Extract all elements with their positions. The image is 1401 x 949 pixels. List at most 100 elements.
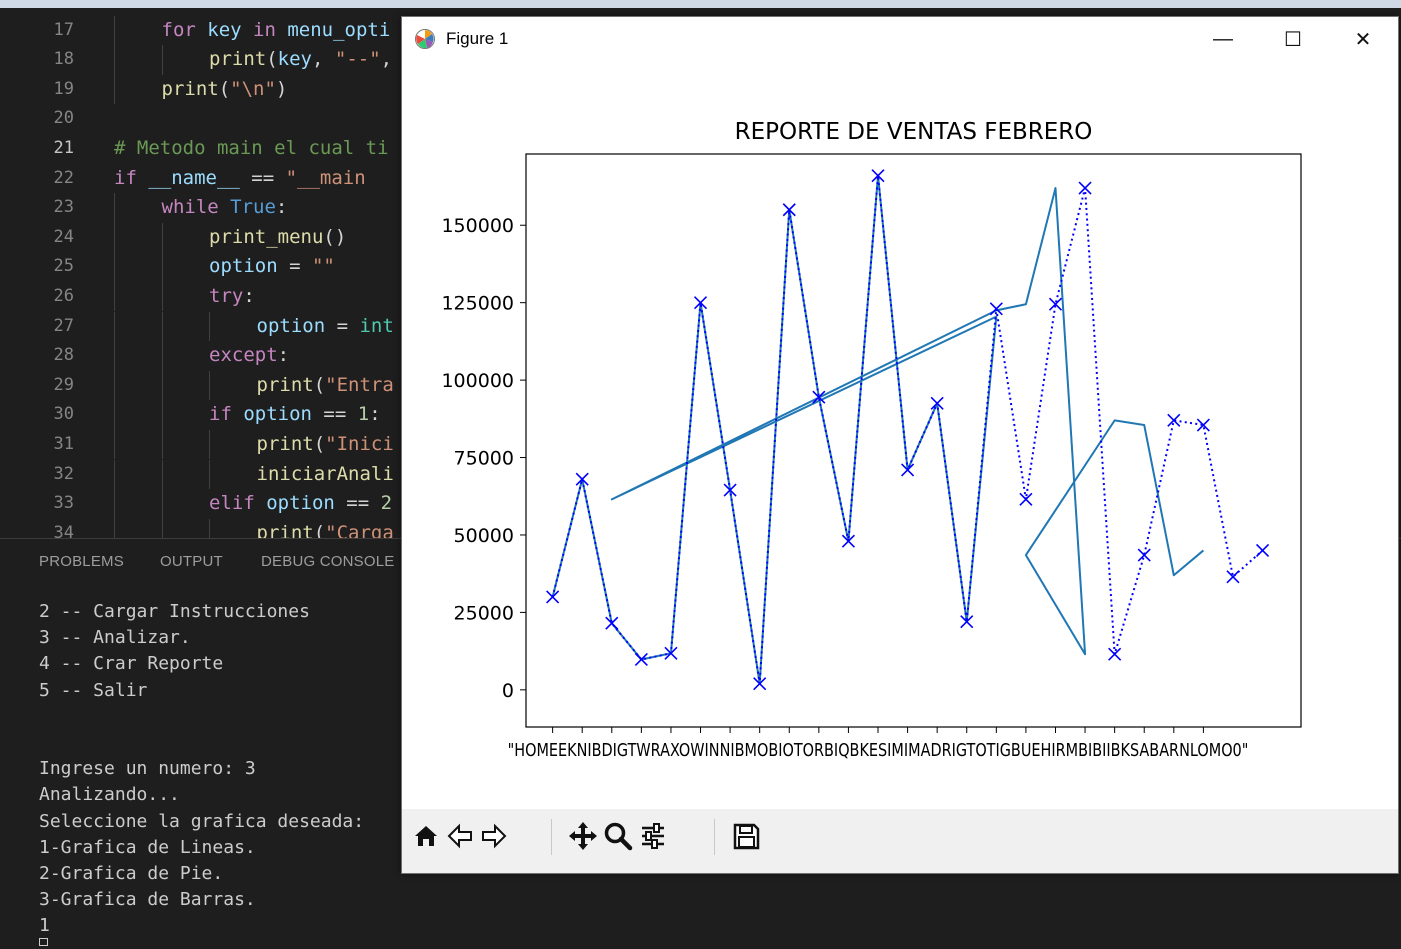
- code-token: "__main: [285, 166, 366, 189]
- code-token: (: [313, 521, 326, 538]
- save-icon: [733, 823, 760, 850]
- forward-button[interactable]: [478, 816, 510, 856]
- code-token: print: [256, 373, 314, 396]
- indent-guide: [114, 370, 115, 401]
- code-token: except: [209, 344, 278, 367]
- line-number: 31: [53, 433, 74, 454]
- code-token: 2: [380, 492, 393, 515]
- back-button[interactable]: [444, 816, 476, 856]
- figure-window[interactable]: Figure 1 — ☐ ✕ REPORTE DE VENTAS FEBRERO…: [401, 16, 1399, 874]
- line-chart[interactable]: REPORTE DE VENTAS FEBRERO 0 25000 50000 7500…: [402, 61, 1398, 809]
- indent-guide: [114, 341, 115, 371]
- code-token: ==: [251, 166, 286, 189]
- code-token: key: [207, 18, 254, 41]
- code-text: print("Carga: [257, 519, 394, 538]
- minimize-button[interactable]: —: [1188, 17, 1258, 61]
- indent-guide: [114, 193, 115, 223]
- code-token: True: [230, 196, 276, 219]
- minimize-icon: —: [1213, 27, 1233, 50]
- y-tick-label: 125000: [441, 293, 514, 315]
- indent-guide: [161, 429, 163, 460]
- y-tick-label: 50000: [454, 525, 514, 547]
- code-text: while True:: [162, 193, 288, 223]
- series-line-1: [551, 174, 1264, 685]
- indent-guide: [161, 252, 163, 282]
- code-token: "--": [334, 48, 381, 71]
- line-number: 22: [53, 167, 74, 188]
- code-token: print: [161, 77, 219, 100]
- tab-output[interactable]: OUTPUT: [160, 553, 223, 570]
- data-point-marker: [1226, 570, 1240, 584]
- data-point-marker: [1108, 647, 1122, 661]
- code-token: "": [311, 255, 335, 278]
- plot-canvas[interactable]: REPORTE DE VENTAS FEBRERO 0 25000 50000 7500…: [402, 61, 1398, 809]
- tab-problems[interactable]: PROBLEMS: [39, 553, 124, 570]
- code-token: ==: [346, 492, 381, 515]
- code-text: print("\n"): [162, 75, 288, 105]
- indent-guide: [114, 45, 115, 75]
- terminal-line: 5 -- Salir: [39, 679, 148, 701]
- code-token: ,: [311, 48, 335, 71]
- code-token: :: [277, 344, 290, 367]
- pan-button[interactable]: [567, 816, 599, 856]
- back-arrow-icon: [447, 823, 472, 849]
- indent-guide: [209, 459, 210, 490]
- terminal-line: Seleccione la grafica deseada:: [39, 810, 365, 832]
- x-tick-labels: "HOMEEKNIBDIGTWRAXOWINNIBMOBIOTORBIQBKES…: [508, 740, 1249, 761]
- indent-guide: [114, 281, 115, 312]
- line-number: 33: [53, 493, 74, 514]
- code-token: :: [243, 284, 255, 307]
- indent-guide: [161, 341, 163, 371]
- data-point-marker: [1048, 297, 1063, 311]
- close-button[interactable]: ✕: [1328, 17, 1398, 61]
- home-button[interactable]: [410, 816, 442, 856]
- code-text: iniciarAnali: [257, 460, 394, 490]
- code-text: elif option == 2: [209, 489, 392, 519]
- y-tick-label: 100000: [441, 370, 514, 392]
- line-number: 20: [53, 108, 74, 129]
- code-token: while: [161, 196, 231, 219]
- indent-guide: [114, 459, 115, 490]
- code-token: (: [218, 77, 231, 100]
- configure-subplots-button[interactable]: [637, 816, 669, 856]
- code-token: (): [323, 225, 347, 248]
- terminal-line: Ingrese un numero: 3: [39, 758, 256, 780]
- code-token: option: [243, 403, 324, 426]
- window-top-border: [0, 0, 1401, 8]
- code-token: elif: [209, 492, 267, 515]
- code-text: print(key, "--",: [209, 45, 392, 75]
- terminal-line: 3 -- Analizar.: [39, 627, 191, 649]
- code-token: __name__: [148, 166, 252, 189]
- line-number: 28: [53, 345, 74, 366]
- data-point-marker: [1137, 548, 1151, 562]
- indent-guide: [161, 400, 163, 430]
- forward-arrow-icon: [482, 823, 507, 849]
- maximize-button[interactable]: ☐: [1258, 17, 1328, 61]
- code-token: "Inici: [325, 432, 394, 455]
- code-token: =: [289, 255, 312, 278]
- code-token: "\n": [230, 77, 276, 100]
- indent-guide: [209, 311, 210, 342]
- line-number: 21: [53, 137, 74, 158]
- code-text: if option == 1:: [209, 400, 381, 430]
- indent-guide: [114, 489, 115, 519]
- indent-guide: [114, 518, 115, 538]
- indent-guide: [161, 311, 163, 342]
- code-text: if __name__ == "__main: [114, 164, 366, 194]
- figure-titlebar[interactable]: Figure 1 — ☐ ✕: [402, 17, 1398, 61]
- tab-debug-console[interactable]: DEBUG CONSOLE: [261, 553, 394, 570]
- chart-title: REPORTE DE VENTAS FEBRERO: [735, 119, 1093, 145]
- code-token: option: [209, 255, 290, 278]
- code-text: print("Inici: [257, 430, 394, 460]
- toolbar-separator: [551, 819, 552, 855]
- line-number: 30: [53, 404, 74, 425]
- indent-guide: [161, 489, 163, 519]
- zoom-button[interactable]: [602, 816, 634, 856]
- y-tick-label: 150000: [441, 215, 514, 237]
- save-button[interactable]: [730, 816, 762, 856]
- code-token: print: [256, 521, 314, 538]
- code-token: int: [359, 314, 394, 337]
- indent-guide: [209, 518, 210, 538]
- line-number: 24: [53, 226, 74, 247]
- y-tick-label: 0: [502, 680, 514, 702]
